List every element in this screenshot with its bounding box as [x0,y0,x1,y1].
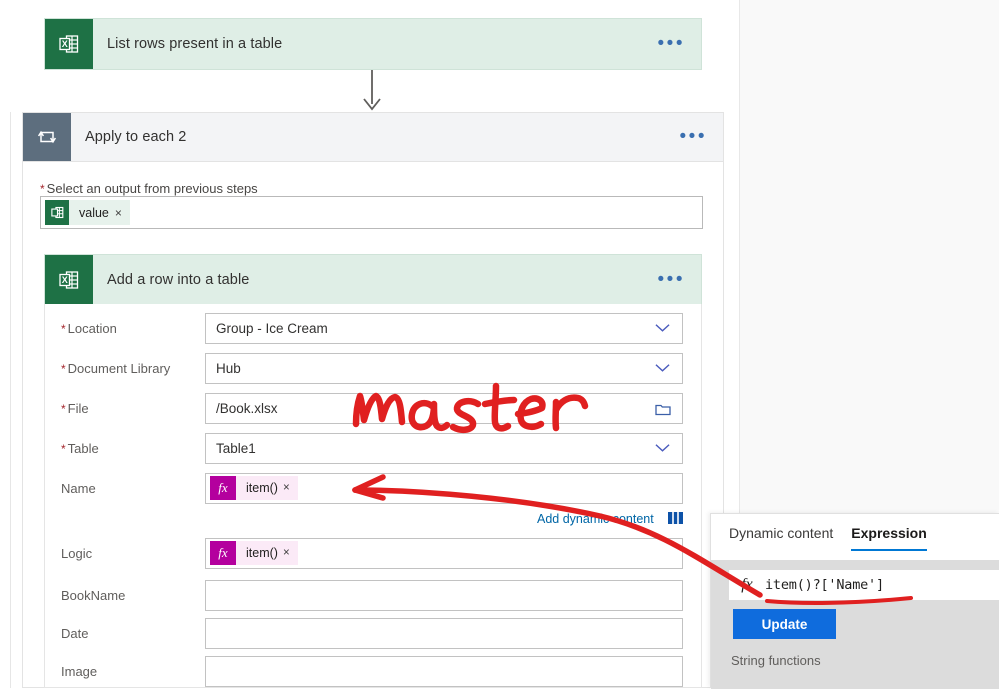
date-input[interactable] [205,617,683,649]
string-functions-section-label: String functions [731,653,821,668]
field-label-image: Image [45,664,205,679]
file-value: /Book.xlsx [216,400,278,416]
field-label-file: * File [45,401,205,416]
dynamic-token-value[interactable]: value × [45,200,130,225]
step-card-add-a-row[interactable]: X Add a row into a table ••• [44,254,702,304]
image-input[interactable] [205,655,683,687]
field-label-table: * Table [45,441,205,456]
step-menu-button[interactable]: ••• [658,34,701,53]
token-label: item() [246,546,278,560]
label-text: Document Library [67,360,171,376]
field-label-document-library: * Document Library [45,361,205,376]
token-label: value [79,205,109,220]
dynamic-content-icon[interactable] [668,511,683,525]
field-row-image: Image [45,655,703,687]
chevron-down-icon [655,323,670,332]
field-row-table: * Table Table1 [45,432,703,464]
field-row-date: Date [45,617,703,649]
field-row-bookname: BookName [45,579,703,611]
label-text: Date [61,625,89,641]
label-text: Image [61,663,98,679]
update-button[interactable]: Update [733,609,836,639]
file-picker-input[interactable]: /Book.xlsx [205,392,683,424]
label-text: BookName [61,587,126,603]
expression-token-name[interactable]: fx item() × [210,476,298,500]
loop-icon [23,113,71,161]
step-title: List rows present in a table [107,36,283,52]
required-marker: * [61,361,66,376]
excel-icon: X [45,255,93,304]
label-text: Location [67,320,117,336]
fx-icon: fx [741,576,753,593]
select-output-label: * Select an output from previous steps [40,181,258,196]
chevron-down-icon [655,363,670,372]
chevron-down-icon [655,443,670,452]
loop-outer-rail [10,112,11,688]
field-label-logic: Logic [45,546,205,561]
label-text: Name [61,480,96,496]
label-text: File [67,400,89,416]
token-remove-icon[interactable]: × [115,206,130,220]
step-title: Add a row into a table [107,271,250,288]
required-marker: * [40,182,45,196]
field-label-location: * Location [45,321,205,336]
required-marker: * [61,321,66,336]
label-text: Table [67,440,99,456]
token-label: item() [246,481,278,495]
step-menu-button[interactable]: ••• [680,127,723,146]
token-remove-icon[interactable]: × [283,547,298,559]
name-input[interactable]: fx item() × [205,472,683,504]
tab-expression[interactable]: Expression [851,525,928,551]
select-output-input[interactable]: value × [40,196,703,229]
field-label-bookname: BookName [45,588,205,603]
expression-value: item()?['Name'] [765,577,884,593]
select-output-label-text: Select an output from previous steps [46,181,258,196]
field-row-name: Name fx item() × [45,472,703,504]
svg-text:X: X [62,39,68,49]
expression-editor[interactable]: fx item()?['Name'] [729,570,999,600]
location-value: Group - Ice Cream [216,320,328,336]
required-marker: * [61,441,66,456]
table-dropdown[interactable]: Table1 [205,432,683,464]
excel-token-icon [45,200,69,225]
field-row-file: * File /Book.xlsx [45,392,703,424]
folder-icon[interactable] [655,402,671,416]
expression-token-logic[interactable]: fx item() × [210,541,298,565]
svg-text:X: X [62,275,68,285]
table-value: Table1 [216,440,256,456]
bookname-input[interactable] [205,579,683,611]
logic-input[interactable]: fx item() × [205,537,683,569]
step-title: Apply to each 2 [85,129,187,145]
excel-icon: X [45,19,93,69]
fx-icon: fx [210,476,236,500]
label-text: Logic [61,545,93,561]
field-row-location: * Location Group - Ice Cream [45,312,703,344]
step-card-list-rows[interactable]: X List rows present in a table ••• [44,18,702,70]
panel-tabs: Dynamic content Expression [711,514,999,558]
add-dynamic-content-link[interactable]: Add dynamic content [537,512,654,526]
flow-designer-canvas: X List rows present in a table ••• Apply [0,0,999,689]
step-menu-button[interactable]: ••• [658,270,701,289]
required-marker: * [61,401,66,416]
document-library-dropdown[interactable]: Hub [205,352,683,384]
expression-panel: Dynamic content Expression fx item()?['N… [710,513,999,689]
add-row-form: * Location Group - Ice Cream * Document Li… [44,304,702,688]
token-remove-icon[interactable]: × [283,482,298,494]
field-label-date: Date [45,626,205,641]
field-row-document-library: * Document Library Hub [45,352,703,384]
field-row-logic: Logic fx item() × [45,537,703,569]
tab-dynamic-content[interactable]: Dynamic content [729,525,833,547]
document-library-value: Hub [216,360,241,376]
flow-connector-arrow [363,70,381,111]
location-dropdown[interactable]: Group - Ice Cream [205,312,683,344]
field-label-name: Name [45,481,205,496]
fx-icon: fx [210,541,236,565]
step-card-apply-to-each[interactable]: Apply to each 2 ••• [22,112,724,162]
